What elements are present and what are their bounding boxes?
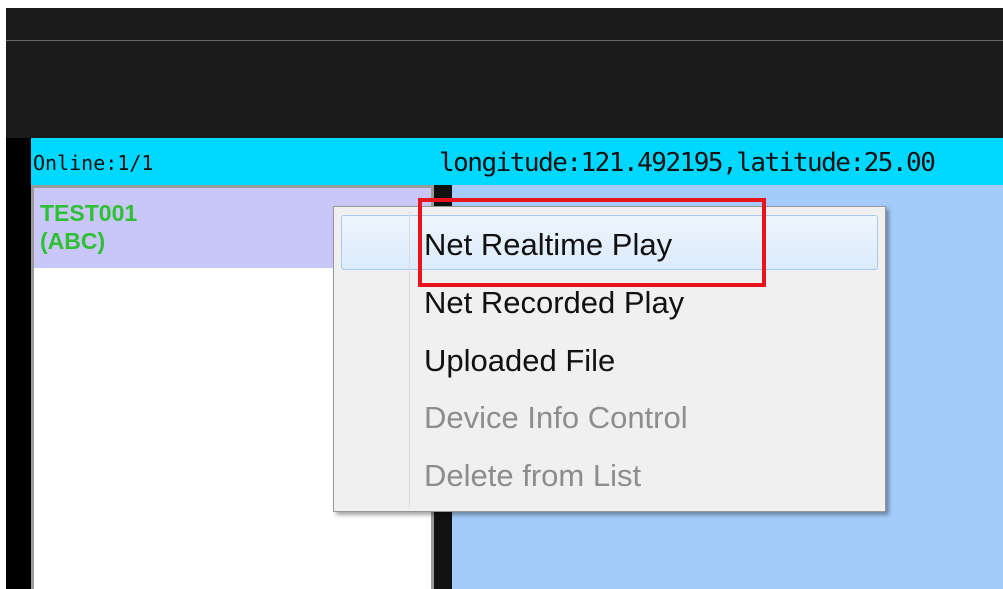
menu-gutter-separator [409, 211, 410, 507]
left-frame-border [6, 138, 31, 589]
annotation-highlight-box [418, 198, 766, 287]
device-alias: (ABC) [40, 228, 106, 254]
status-bar: Online:1/1 longitude:121.492195,latitude… [31, 138, 1003, 185]
menu-item-device-info-control: Device Info Control [424, 400, 688, 435]
menu-item-delete-from-list: Delete from List [424, 458, 642, 493]
coordinates-readout: longitude:121.492195,latitude:25.00 [439, 148, 936, 178]
device-name: TEST001 [40, 200, 138, 226]
title-toolbar-area [6, 8, 1003, 138]
toolbar-divider [6, 40, 1003, 41]
online-count: Online:1/1 [33, 151, 154, 175]
menu-item-net-recorded-play[interactable]: Net Recorded Play [424, 285, 684, 321]
menu-item-uploaded-file[interactable]: Uploaded File [424, 343, 615, 379]
